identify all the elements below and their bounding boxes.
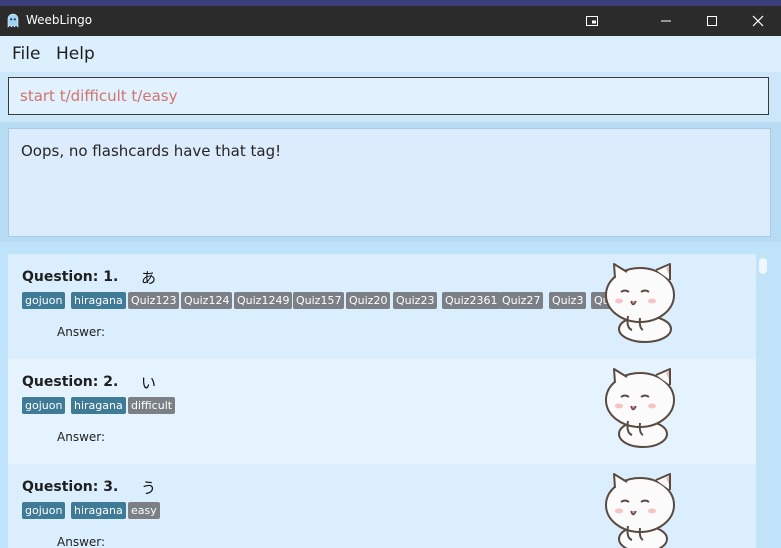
close-button[interactable] xyxy=(735,6,781,36)
app-ghost-icon xyxy=(7,13,19,28)
question-text: い xyxy=(141,374,157,392)
cat-mascot-icon xyxy=(605,368,675,448)
tag-badge: difficult xyxy=(128,397,176,414)
tag-badge: gojuon xyxy=(22,292,66,309)
result-display: Oops, no flashcards have that tag! xyxy=(8,128,771,237)
tag-badge: Quiz20 xyxy=(346,292,391,309)
menu-bar: File Help xyxy=(0,36,781,72)
tag-badge: Quiz27 xyxy=(499,292,544,309)
command-box-area xyxy=(0,72,781,122)
close-icon xyxy=(752,15,764,27)
maximize-icon xyxy=(707,16,717,26)
command-box xyxy=(8,77,769,115)
cat-mascot-icon xyxy=(605,263,675,343)
question-label: Question: 1. xyxy=(22,269,119,285)
answer-label: Answer: xyxy=(57,430,106,444)
question-text: あ xyxy=(141,269,157,287)
cat-mascot-icon xyxy=(605,473,675,548)
list-scrollbar[interactable] xyxy=(756,254,771,548)
tag-badge: hiragana xyxy=(71,502,126,519)
answer-label: Answer: xyxy=(57,325,106,339)
list-scrollbar-thumb[interactable] xyxy=(759,258,767,274)
tag-badge: easy xyxy=(128,502,160,519)
result-message: Oops, no flashcards have that tag! xyxy=(21,142,282,160)
tag-badge: gojuon xyxy=(22,397,66,414)
tag-badge: Quiz23 xyxy=(393,292,438,309)
window-title: WeebLingo xyxy=(26,13,93,27)
tag-badge: Quiz2361 xyxy=(442,292,501,309)
minimize-icon xyxy=(661,20,671,22)
flashcard-card[interactable]: Question: 1. あ gojuon hiragana Quiz123 Q… xyxy=(8,254,756,359)
tag-badge: Quiz157 xyxy=(293,292,345,309)
maximize-button[interactable] xyxy=(689,6,735,36)
tag-badge: Quiz123 xyxy=(128,292,180,309)
tag-badge: Quiz3 xyxy=(549,292,587,309)
answer-label: Answer: xyxy=(57,535,106,548)
question-label: Question: 3. xyxy=(22,479,119,495)
question-label: Question: 2. xyxy=(22,374,119,390)
tag-badge: gojuon xyxy=(22,502,66,519)
tag-badge: hiragana xyxy=(71,397,126,414)
command-input[interactable] xyxy=(9,78,768,114)
window-snap-icon xyxy=(586,16,598,26)
menu-help[interactable]: Help xyxy=(56,44,95,64)
flashcard-list-area: Question: 1. あ gojuon hiragana Quiz123 Q… xyxy=(0,242,781,548)
tag-badge: Quiz1249 xyxy=(234,292,293,309)
question-text: う xyxy=(141,479,157,497)
title-bar: WeebLingo xyxy=(0,6,781,36)
flashcard-card[interactable]: Question: 2. い gojuon hiragana difficult… xyxy=(8,359,756,464)
flashcard-list: Question: 1. あ gojuon hiragana Quiz123 Q… xyxy=(8,254,756,548)
minimize-button[interactable] xyxy=(643,6,689,36)
tag-badge: hiragana xyxy=(71,292,126,309)
extra-window-button[interactable] xyxy=(569,6,615,36)
tag-badge: Quiz124 xyxy=(181,292,233,309)
menu-file[interactable]: File xyxy=(12,44,40,64)
flashcard-card[interactable]: Question: 3. う gojuon hiragana easy Answ… xyxy=(8,464,756,548)
result-display-area: Oops, no flashcards have that tag! xyxy=(0,122,781,242)
